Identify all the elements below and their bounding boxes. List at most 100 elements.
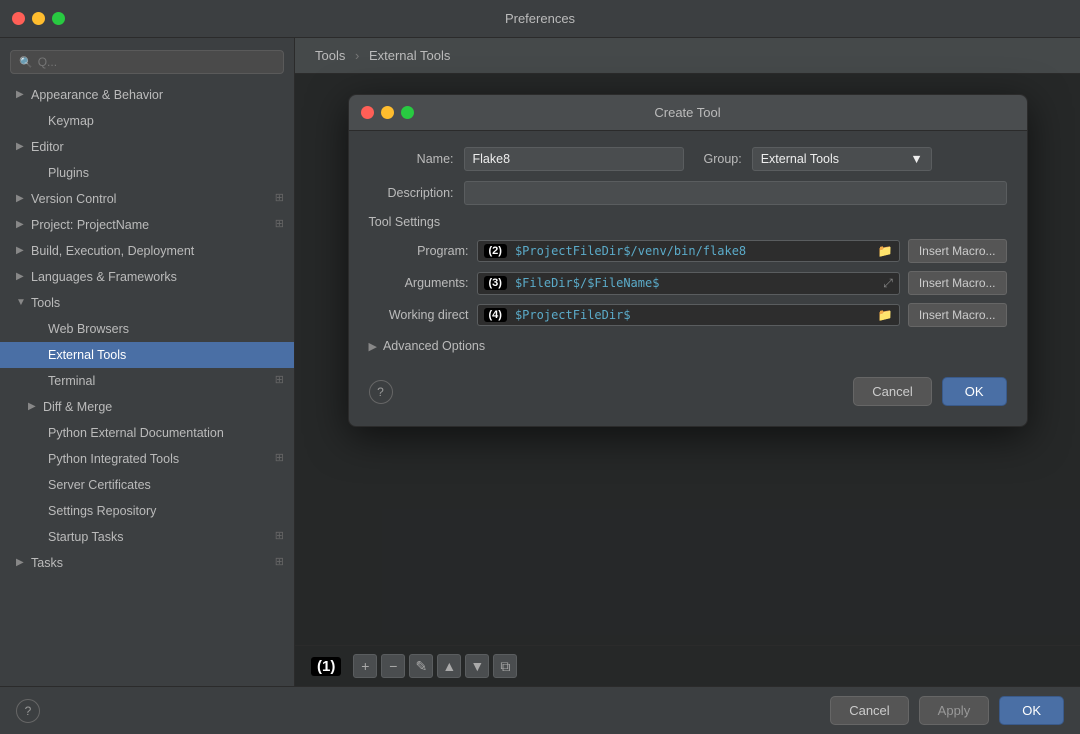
- modal-title: Create Tool: [654, 105, 720, 120]
- move-up-button[interactable]: ▲: [437, 654, 461, 678]
- close-button[interactable]: [12, 12, 25, 25]
- sidebar-label-appearance: Appearance & Behavior: [31, 85, 163, 105]
- cancel-button[interactable]: Cancel: [830, 696, 908, 725]
- sidebar-label-languages: Languages & Frameworks: [31, 267, 177, 287]
- group-select[interactable]: External Tools ▼: [752, 147, 932, 171]
- modal-maximize-button[interactable]: [401, 106, 414, 119]
- modal-overlay: Create Tool Name: Group: External Tools …: [295, 74, 1080, 686]
- sidebar-label-version-control: Version Control: [31, 189, 116, 209]
- advanced-options-label: Advanced Options: [383, 339, 485, 353]
- search-input[interactable]: [38, 55, 275, 69]
- modal-footer: ? Cancel OK: [369, 369, 1007, 406]
- sidebar-item-external-tools[interactable]: External Tools: [0, 342, 294, 368]
- sidebar-arrow-build: ▶: [16, 243, 26, 259]
- sidebar-item-terminal[interactable]: Terminal⊞: [0, 368, 294, 394]
- ok-button[interactable]: OK: [999, 696, 1064, 725]
- group-label-text: Group:: [704, 152, 742, 166]
- sidebar-arrow-editor: ▶: [16, 139, 26, 155]
- minimize-button[interactable]: [32, 12, 45, 25]
- sidebar-item-version-control[interactable]: ▶Version Control⊞: [0, 186, 294, 212]
- sidebar-item-python-int-tools[interactable]: Python Integrated Tools⊞: [0, 446, 294, 472]
- edit-icon: ✎: [415, 658, 427, 675]
- sidebar-icon-right-tasks: ⊞: [275, 554, 284, 572]
- sidebar-item-python-ext-doc[interactable]: Python External Documentation: [0, 420, 294, 446]
- bottom-bar: ? Cancel Apply OK: [0, 686, 1080, 734]
- bottom-actions: Cancel Apply OK: [830, 696, 1064, 725]
- modal-help-button[interactable]: ?: [369, 380, 393, 404]
- arguments-expand-icon[interactable]: ⤢: [883, 276, 893, 291]
- add-tool-button[interactable]: +: [353, 654, 377, 678]
- working-dir-badge: (4): [484, 308, 507, 322]
- sidebar-item-project[interactable]: ▶ Project: ProjectName ⊞: [0, 212, 294, 238]
- arguments-value: $FileDir$/$FileName$: [515, 276, 879, 290]
- sidebar-arrow-appearance: ▶: [16, 87, 26, 103]
- breadcrumb-current: External Tools: [369, 48, 450, 63]
- maximize-button[interactable]: [52, 12, 65, 25]
- description-label: Description:: [369, 186, 454, 200]
- name-input[interactable]: [464, 147, 684, 171]
- sidebar-label-external-tools: External Tools: [48, 345, 126, 365]
- group-dropdown-icon: ▼: [910, 152, 922, 166]
- sidebar-item-editor[interactable]: ▶Editor: [0, 134, 294, 160]
- sidebar-label-terminal: Terminal: [48, 371, 95, 391]
- sidebar: 🔍 ▶ Appearance & Behavior Keymap ▶Editor Plu…: [0, 38, 295, 686]
- sidebar-arrow-project: ▶: [16, 217, 26, 233]
- working-dir-input-wrap: (4) $ProjectFileDir$ 📁: [477, 304, 900, 326]
- modal-ok-button[interactable]: OK: [942, 377, 1007, 406]
- program-label: Program:: [369, 244, 469, 258]
- program-insert-macro-button[interactable]: Insert Macro...: [908, 239, 1007, 263]
- modal-close-button[interactable]: [361, 106, 374, 119]
- program-browse-icon[interactable]: 📁: [878, 244, 893, 258]
- sidebar-item-tools[interactable]: ▼Tools: [0, 290, 294, 316]
- working-dir-browse-icon[interactable]: 📁: [878, 308, 893, 322]
- sidebar-item-startup-tasks[interactable]: Startup Tasks⊞: [0, 524, 294, 550]
- working-dir-insert-macro-button[interactable]: Insert Macro...: [908, 303, 1007, 327]
- search-icon: 🔍: [19, 56, 33, 69]
- sidebar-label-server-certs: Server Certificates: [48, 475, 151, 495]
- sidebar-label-python-int-tools: Python Integrated Tools: [48, 449, 179, 469]
- sidebar-item-languages[interactable]: ▶ Languages & Frameworks: [0, 264, 294, 290]
- modal-cancel-button[interactable]: Cancel: [853, 377, 931, 406]
- sidebar-item-build[interactable]: ▶Build, Execution, Deployment: [0, 238, 294, 264]
- add-icon: +: [361, 658, 369, 674]
- sidebar-item-tasks[interactable]: ▶Tasks⊞: [0, 550, 294, 576]
- sidebar-item-diff-merge[interactable]: ▶Diff & Merge: [0, 394, 294, 420]
- modal-traffic-lights: [361, 106, 414, 119]
- titlebar: Preferences: [0, 0, 1080, 38]
- arguments-input-wrap: (3) $FileDir$/$FileName$ ⤢: [477, 272, 900, 295]
- breadcrumb: Tools › External Tools: [295, 38, 1080, 74]
- remove-icon: −: [389, 658, 397, 674]
- modal-minimize-button[interactable]: [381, 106, 394, 119]
- arguments-label: Arguments:: [369, 276, 469, 290]
- working-dir-row: Working direct (4) $ProjectFileDir$ 📁 In…: [369, 303, 1007, 327]
- remove-tool-button[interactable]: −: [381, 654, 405, 678]
- window-title: Preferences: [505, 11, 575, 26]
- sidebar-arrow-languages: ▶: [16, 269, 26, 285]
- sidebar-item-server-certs[interactable]: Server Certificates: [0, 472, 294, 498]
- apply-button[interactable]: Apply: [919, 696, 990, 725]
- sidebar-item-settings-repo[interactable]: Settings Repository: [0, 498, 294, 524]
- sidebar-item-web-browsers[interactable]: Web Browsers: [0, 316, 294, 342]
- copy-tool-button[interactable]: ⧉: [493, 654, 517, 678]
- search-box[interactable]: 🔍: [10, 50, 284, 74]
- sidebar-label-project: Project: ProjectName: [31, 215, 149, 235]
- sidebar-items-container: ▶ Appearance & Behavior Keymap ▶Editor Plugi…: [0, 82, 294, 576]
- sidebar-icon-right-project: ⊞: [275, 216, 284, 234]
- sidebar-item-plugins[interactable]: Plugins: [0, 160, 294, 186]
- modal-titlebar: Create Tool: [349, 95, 1027, 131]
- bottom-help-button[interactable]: ?: [16, 699, 40, 723]
- edit-tool-button[interactable]: ✎: [409, 654, 433, 678]
- group-select-value: External Tools: [761, 152, 839, 166]
- sidebar-item-keymap[interactable]: Keymap: [0, 108, 294, 134]
- working-dir-label: Working direct: [369, 308, 469, 322]
- breadcrumb-separator: ›: [355, 48, 359, 63]
- sidebar-item-appearance[interactable]: ▶ Appearance & Behavior: [0, 82, 294, 108]
- description-input[interactable]: [464, 181, 1007, 205]
- sidebar-arrow-tools: ▼: [16, 295, 26, 311]
- move-down-button[interactable]: ▼: [465, 654, 489, 678]
- sidebar-label-plugins: Plugins: [48, 163, 89, 183]
- advanced-options-toggle[interactable]: ▶ Advanced Options: [369, 339, 1007, 353]
- sidebar-label-startup-tasks: Startup Tasks: [48, 527, 124, 547]
- arguments-insert-macro-button[interactable]: Insert Macro...: [908, 271, 1007, 295]
- sidebar-label-keymap: Keymap: [48, 111, 94, 131]
